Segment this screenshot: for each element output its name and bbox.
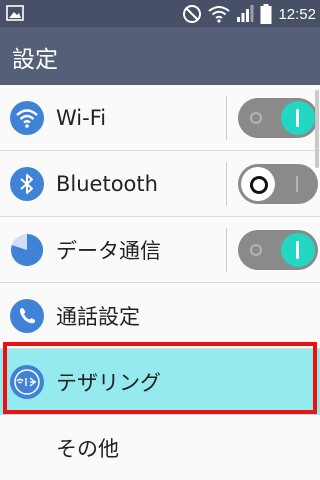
- settings-item-more[interactable]: その他: [0, 415, 320, 480]
- status-clock: 12:52: [278, 5, 316, 23]
- settings-item-bluetooth[interactable]: Bluetooth: [0, 151, 320, 217]
- settings-item-label: Wi-Fi: [56, 105, 107, 130]
- status-bar: 12:52: [0, 0, 320, 27]
- settings-item-label: その他: [56, 437, 119, 461]
- divider: [226, 96, 227, 140]
- data-usage-icon: [11, 233, 44, 266]
- wifi-icon: [208, 6, 231, 23]
- divider: [226, 162, 227, 206]
- settings-item-label: データ通信: [56, 238, 161, 263]
- toggle-knob: [281, 232, 315, 267]
- bluetooth-icon: [10, 166, 44, 201]
- page-title: 設定: [12, 47, 58, 73]
- toggle-knob: [241, 166, 275, 201]
- settings-item-label: Bluetooth: [56, 171, 158, 196]
- wifi-toggle[interactable]: [238, 97, 318, 138]
- settings-item-label: 通話設定: [56, 304, 140, 329]
- settings-item-label: テザリング: [56, 371, 161, 395]
- settings-item-tethering[interactable]: テザリング: [0, 349, 320, 415]
- wifi-icon: [10, 100, 44, 135]
- scrollbar[interactable]: [315, 90, 319, 168]
- signal-icon: [237, 5, 254, 22]
- settings-item-wifi[interactable]: Wi-Fi: [0, 85, 320, 151]
- settings-item-data-usage[interactable]: データ通信: [0, 217, 320, 283]
- settings-item-call[interactable]: 通話設定: [0, 283, 320, 349]
- image-icon: [6, 5, 24, 21]
- phone-icon: [10, 298, 44, 333]
- tethering-icon: [10, 365, 44, 399]
- battery-icon: [260, 4, 272, 24]
- toggle-knob: [281, 100, 315, 135]
- divider: [226, 228, 227, 272]
- toggle-on-mark: [296, 175, 298, 192]
- toggle-off-mark: [250, 243, 262, 256]
- do-not-disturb-icon: [183, 5, 202, 23]
- data-usage-toggle[interactable]: [238, 229, 318, 270]
- bluetooth-toggle[interactable]: [238, 163, 318, 204]
- settings-list: Wi-Fi Bluetooth データ通信 通話設定 テザリング その他: [0, 85, 320, 480]
- toggle-off-mark: [250, 111, 262, 124]
- app-bar: 設定: [0, 27, 320, 85]
